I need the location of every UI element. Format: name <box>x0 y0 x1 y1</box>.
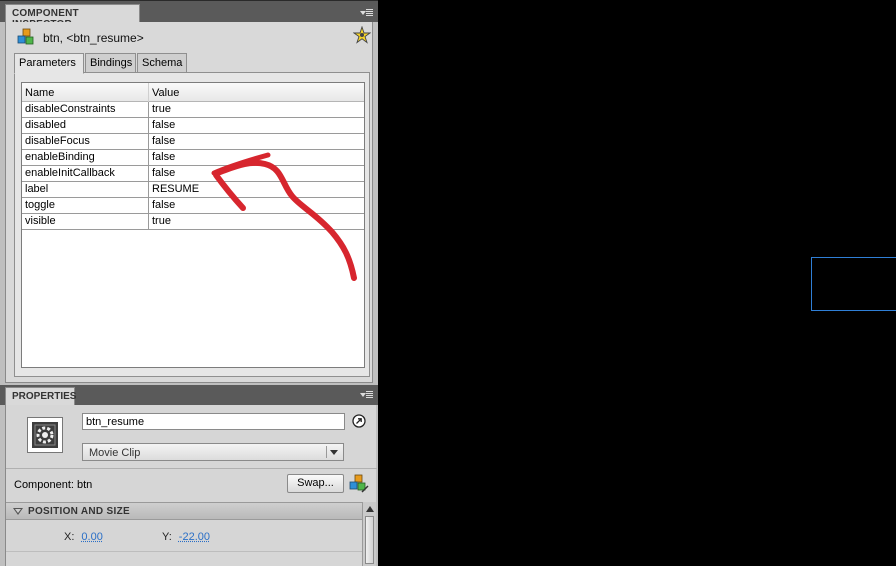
parameter-name: disableConstraints <box>25 103 116 115</box>
symbol-preview <box>27 417 63 453</box>
stage-selection-rectangle[interactable] <box>811 257 896 311</box>
properties-panel-tab[interactable]: PROPERTIES <box>5 387 75 405</box>
tab-schema[interactable]: Schema <box>137 53 187 73</box>
y-position: Y: -22.00 <box>162 531 210 543</box>
x-label: X: <box>64 531 74 543</box>
parameter-rows: disableConstraints true disabled false disab… <box>22 102 364 230</box>
parameter-name: toggle <box>25 199 55 211</box>
parameter-value[interactable]: true <box>152 103 171 115</box>
tab-schema-label: Schema <box>142 57 182 69</box>
parameter-row[interactable]: enableBinding false <box>22 150 364 166</box>
parameter-name: label <box>25 183 48 195</box>
component-label: Component: btn <box>14 479 92 491</box>
chevron-down-icon <box>330 450 338 455</box>
y-value[interactable]: -22.00 <box>179 531 210 543</box>
parameter-value[interactable]: false <box>152 167 175 179</box>
parameter-name: visible <box>25 215 56 227</box>
parameter-name: disabled <box>25 119 66 131</box>
parameter-value[interactable]: RESUME <box>152 183 199 195</box>
symbol-type-value: Movie Clip <box>89 447 140 459</box>
tab-parameters-label: Parameters <box>19 57 76 69</box>
instance-name-input[interactable] <box>82 413 345 430</box>
parameter-row[interactable]: toggle false <box>22 198 364 214</box>
properties-tabbar: PROPERTIES <box>0 385 378 405</box>
panel-menu-icon[interactable] <box>360 8 374 18</box>
parameter-name: enableBinding <box>25 151 95 163</box>
properties-title: PROPERTIES <box>12 391 76 402</box>
edit-symbol-icon[interactable] <box>352 414 366 428</box>
parameter-row[interactable]: disabled false <box>22 118 364 134</box>
parameters-grid: Name Value disableConstraints true disable… <box>21 82 365 368</box>
component-inspector-tabbar: COMPONENT INSPECTOR <box>0 0 378 22</box>
parameter-row[interactable]: label RESUME <box>22 182 364 198</box>
component-inspector-icon[interactable] <box>349 474 369 494</box>
parameter-name: enableInitCallback <box>25 167 115 179</box>
parameter-value[interactable]: false <box>152 119 175 131</box>
y-label: Y: <box>162 531 172 543</box>
tab-bindings-label: Bindings <box>90 57 132 69</box>
grid-header: Name Value <box>22 83 364 102</box>
x-value[interactable]: 0.00 <box>81 531 102 543</box>
column-header-name[interactable]: Name <box>25 87 54 99</box>
parameter-value[interactable]: false <box>152 135 175 147</box>
properties-body: Movie Clip Component: btn Swap... POSITI… <box>5 405 376 566</box>
component-icon <box>17 28 35 46</box>
tab-parameters[interactable]: Parameters <box>14 53 84 74</box>
component-inspector-body: btn, <btn_resume> Parameters Bindings Sc… <box>5 22 373 383</box>
parameter-row[interactable]: visible true <box>22 214 364 230</box>
symbol-type-select[interactable]: Movie Clip <box>82 443 344 461</box>
star-icon[interactable] <box>353 26 371 44</box>
parameter-value[interactable]: false <box>152 199 175 211</box>
collapse-triangle-icon <box>13 508 23 515</box>
parameter-value[interactable]: true <box>152 215 171 227</box>
parameter-value[interactable]: false <box>152 151 175 163</box>
x-position: X: 0.00 <box>64 531 103 543</box>
movie-clip-icon <box>32 422 58 448</box>
column-header-value[interactable]: Value <box>152 87 179 99</box>
component-inspector-panel-tab[interactable]: COMPONENT INSPECTOR <box>5 4 140 23</box>
parameters-tab-content: Name Value disableConstraints true disable… <box>14 72 370 377</box>
position-size-section-header[interactable]: POSITION AND SIZE <box>6 502 362 520</box>
parameter-name: disableFocus <box>25 135 90 147</box>
scroll-thumb[interactable] <box>365 516 374 564</box>
position-size-title: POSITION AND SIZE <box>28 506 130 517</box>
parameter-row[interactable]: enableInitCallback false <box>22 166 364 182</box>
parameter-row[interactable]: disableFocus false <box>22 134 364 150</box>
properties-scrollbar[interactable] <box>362 502 376 566</box>
parameter-row[interactable]: disableConstraints true <box>22 102 364 118</box>
component-title: btn, <btn_resume> <box>43 31 144 45</box>
swap-button[interactable]: Swap... <box>287 474 344 493</box>
properties-menu-icon[interactable] <box>360 390 374 400</box>
left-panel-column: COMPONENT INSPECTOR btn, <btn_resume> Pa… <box>0 0 378 566</box>
scroll-up-icon[interactable] <box>366 506 374 512</box>
tab-bindings[interactable]: Bindings <box>85 53 136 73</box>
